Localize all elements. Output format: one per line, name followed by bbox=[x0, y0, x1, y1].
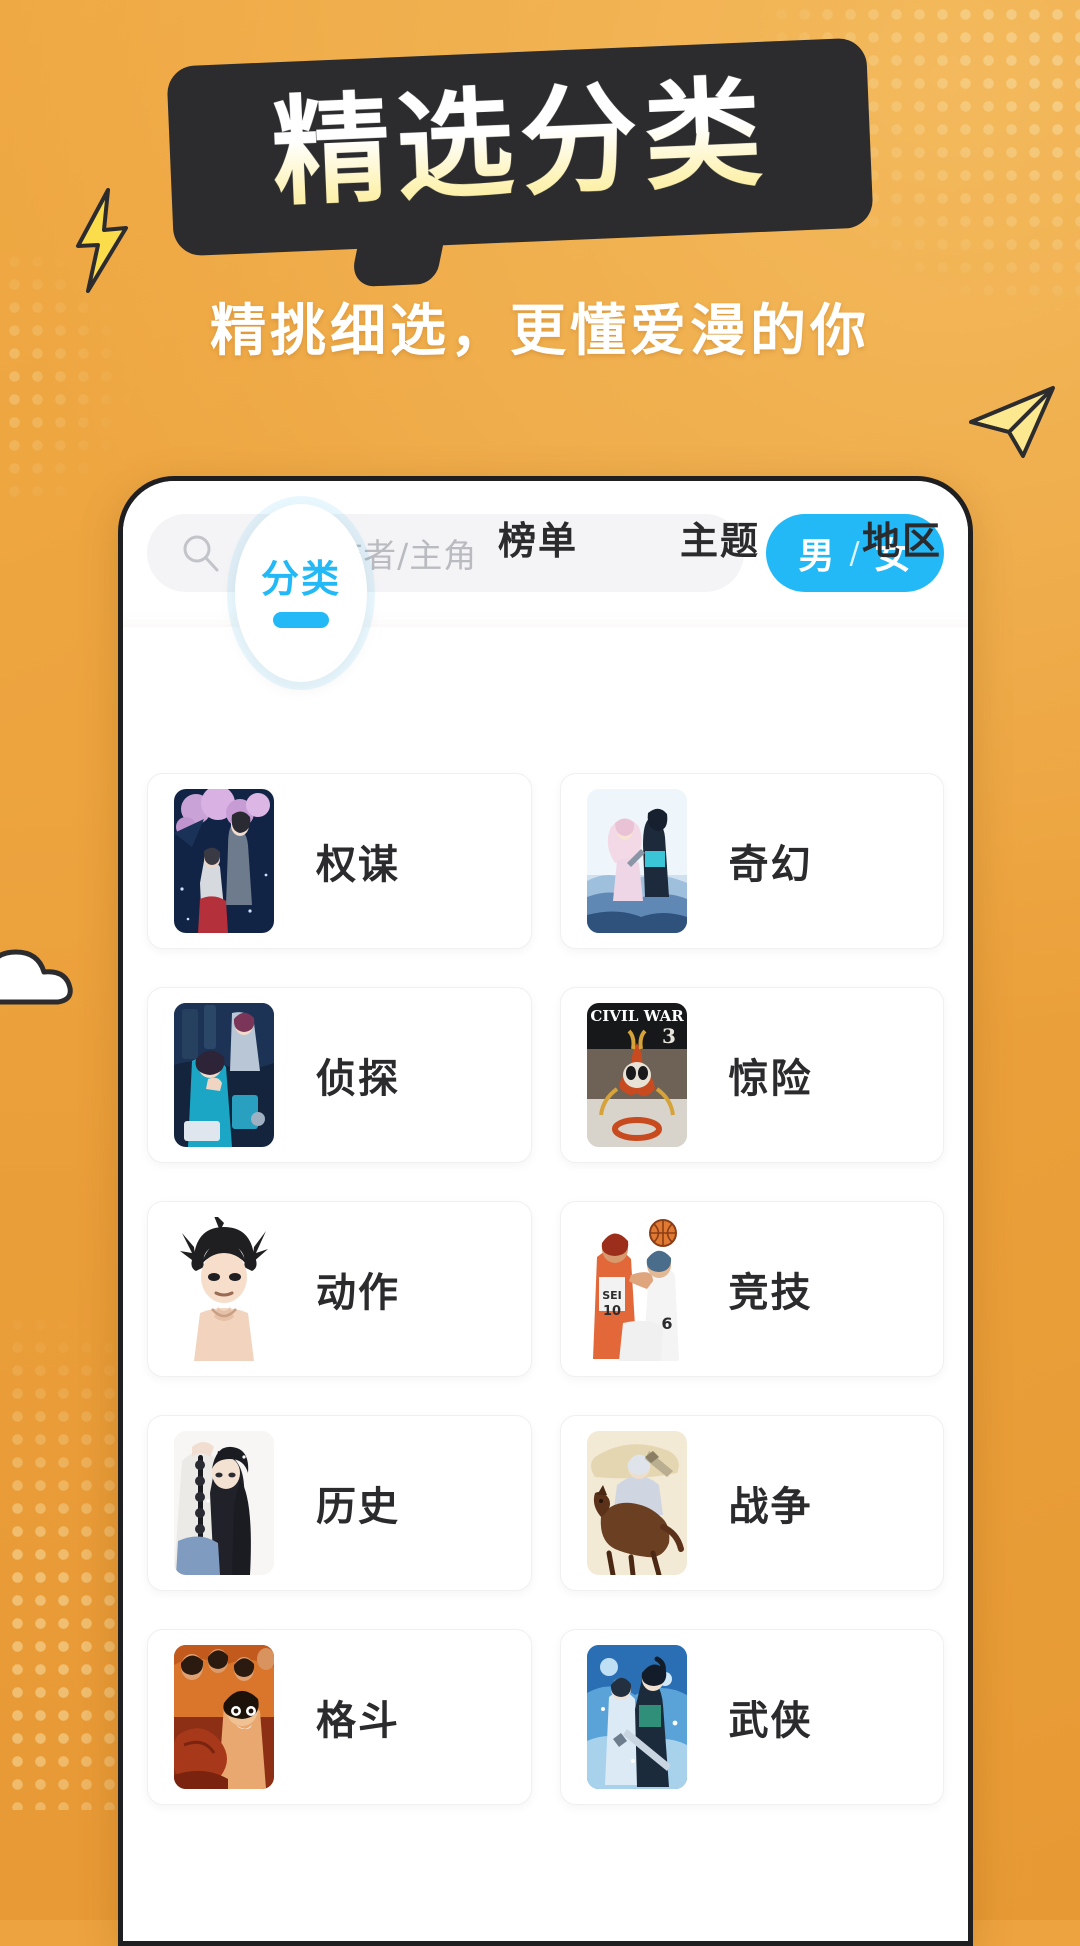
category-thumbnail bbox=[586, 1645, 687, 1789]
tab-regions[interactable]: 地区 bbox=[817, 510, 968, 565]
cover-title-text: CIVIL WAR bbox=[590, 1007, 684, 1025]
category-card[interactable]: CIVIL WAR 3 惊险 bbox=[559, 987, 944, 1163]
category-label: 战争 bbox=[728, 1484, 813, 1530]
category-thumbnail bbox=[586, 1431, 687, 1575]
category-card[interactable]: 权谋 bbox=[147, 773, 532, 949]
category-card[interactable]: 历史 bbox=[147, 1415, 532, 1591]
category-card[interactable]: 奇幻 bbox=[559, 773, 944, 949]
tab-categories-label: 分类 bbox=[260, 557, 341, 601]
category-thumbnail bbox=[174, 1431, 274, 1575]
category-thumbnail bbox=[174, 1645, 274, 1789]
category-card[interactable]: 动作 bbox=[147, 1201, 532, 1377]
category-card[interactable]: 格斗 bbox=[147, 1629, 532, 1805]
category-label: 动作 bbox=[316, 1270, 400, 1316]
tab-rankings[interactable]: 榜单 bbox=[453, 510, 623, 565]
cloud-icon bbox=[0, 949, 73, 1005]
category-card[interactable]: 武侠 bbox=[559, 1629, 944, 1805]
category-card[interactable]: 侦探 bbox=[147, 987, 532, 1163]
category-grid: 权谋 奇幻 侦探 CIVIL WAR 3 惊险 动作 SEI 10 6 竞技 历… bbox=[123, 739, 968, 1941]
category-label: 奇幻 bbox=[728, 842, 813, 888]
category-card[interactable]: SEI 10 6 竞技 bbox=[559, 1201, 944, 1377]
tab-categories-active-bubble[interactable]: 分类 bbox=[235, 504, 367, 682]
category-thumbnail: SEI 10 6 bbox=[586, 1217, 687, 1361]
category-label: 竞技 bbox=[728, 1270, 813, 1316]
cover-number-text: 3 bbox=[662, 1024, 676, 1048]
category-label: 格斗 bbox=[316, 1698, 400, 1744]
category-label: 权谋 bbox=[316, 842, 400, 888]
app-screen: 漫画/作者/主角 男 / 女 分类 榜单 主题 地区 分类 bbox=[123, 481, 968, 1941]
tab-active-indicator bbox=[273, 612, 329, 628]
tab-themes[interactable]: 主题 bbox=[635, 510, 805, 565]
category-thumbnail: CIVIL WAR 3 bbox=[586, 1003, 687, 1147]
lightning-bolt-icon bbox=[76, 188, 128, 293]
page-subtitle: 精挑细选，更懂爱漫的你 bbox=[210, 299, 870, 364]
category-thumbnail bbox=[586, 789, 687, 933]
category-label: 武侠 bbox=[728, 1698, 813, 1744]
category-label: 侦探 bbox=[316, 1056, 400, 1102]
paper-plane-icon bbox=[969, 386, 1055, 458]
category-label: 历史 bbox=[316, 1484, 400, 1530]
category-label: 惊险 bbox=[728, 1056, 813, 1102]
page-title: 精选分类 bbox=[166, 37, 873, 256]
category-thumbnail bbox=[174, 1217, 274, 1361]
category-thumbnail bbox=[174, 789, 274, 933]
svg-text:10: 10 bbox=[602, 1304, 620, 1319]
phone-mockup: 漫画/作者/主角 男 / 女 分类 榜单 主题 地区 分类 bbox=[118, 476, 973, 1946]
jersey-number: 6 bbox=[661, 1314, 672, 1333]
category-thumbnail bbox=[174, 1003, 274, 1147]
page-title-banner: 精选分类 bbox=[166, 37, 874, 257]
jersey-text: SEI bbox=[602, 1289, 622, 1302]
category-card[interactable]: 战争 bbox=[559, 1415, 944, 1591]
